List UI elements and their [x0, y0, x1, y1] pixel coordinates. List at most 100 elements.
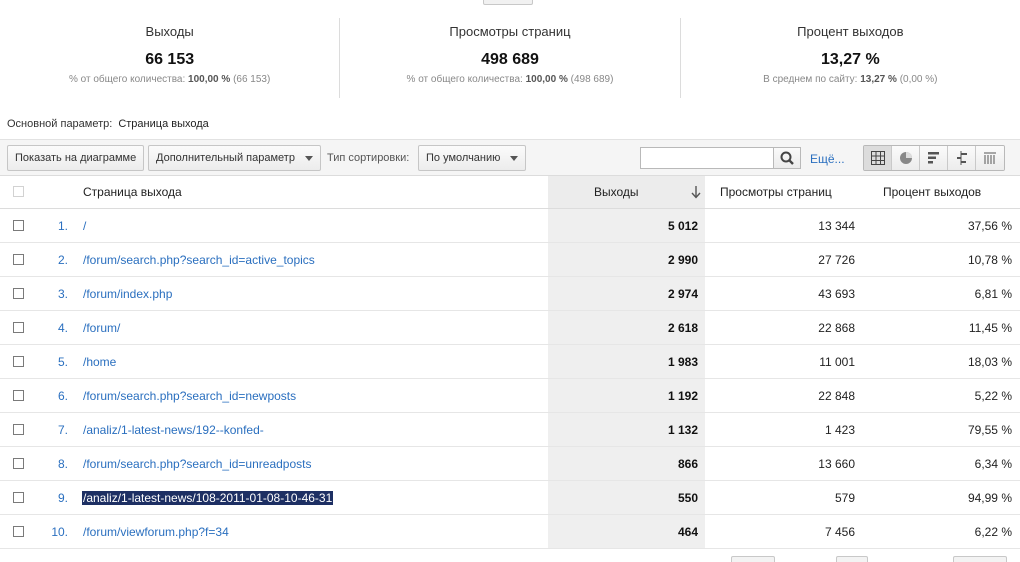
- top-collapse-handle[interactable]: [483, 0, 533, 5]
- table-row: 9. /analiz/1-latest-news/108-2011-01-08-…: [0, 481, 1020, 515]
- row-checkbox[interactable]: [13, 220, 24, 231]
- secondary-dimension-dropdown[interactable]: Дополнительный параметр: [148, 145, 321, 171]
- exit-page-link[interactable]: /: [83, 219, 86, 233]
- row-number: 1.: [57, 219, 68, 233]
- metric-exit-rate: Процент выходов 13,27 % В среднем по сай…: [681, 18, 1020, 98]
- header-pageviews[interactable]: Просмотры страниц: [720, 185, 832, 199]
- metric-sub-suffix: (0,00 %): [899, 74, 938, 85]
- metric-subtext: % от общего количества: 100,00 % (498 68…: [340, 74, 679, 85]
- exit-page-link[interactable]: /forum/search.php?search_id=unreadposts: [83, 457, 311, 471]
- comparison-icon: [956, 151, 967, 165]
- sort-type-dropdown[interactable]: По умолчанию: [418, 145, 527, 171]
- row-number: 6.: [57, 389, 68, 403]
- exits-value: 2 618: [667, 321, 698, 335]
- exit-rate-value: 6,22 %: [974, 525, 1012, 539]
- data-table: Страница выхода Выходы Просмотры страниц…: [0, 176, 1020, 549]
- exit-page-link[interactable]: /analiz/1-latest-news/192--konfed-: [83, 423, 264, 437]
- bar-list-icon: [927, 152, 939, 164]
- row-checkbox[interactable]: [13, 526, 24, 537]
- metric-sub-prefix: % от общего количества:: [69, 74, 186, 85]
- row-number: 3.: [57, 287, 68, 301]
- view-pie-button[interactable]: [892, 146, 920, 170]
- metric-value: 66 153: [145, 51, 195, 68]
- exit-page-link[interactable]: /forum/: [83, 321, 120, 335]
- exit-rate-value: 37,56 %: [967, 219, 1012, 233]
- pageviews-value: 7 456: [824, 525, 855, 539]
- row-number: 8.: [57, 457, 68, 471]
- rows-per-page-dropdown[interactable]: [731, 556, 775, 562]
- row-checkbox[interactable]: [13, 390, 24, 401]
- metric-label: Просмотры страниц: [449, 24, 571, 39]
- metric-sub-prefix: В среднем по сайту:: [763, 74, 858, 85]
- header-exit-page[interactable]: Страница выхода: [83, 185, 182, 199]
- sort-descending-icon[interactable]: [690, 185, 702, 202]
- pageviews-value: 13 344: [818, 219, 855, 233]
- header-exit-rate[interactable]: Процент выходов: [883, 185, 981, 199]
- pagination-buttons[interactable]: [953, 556, 1007, 562]
- exit-page-link[interactable]: /forum/search.php?search_id=active_topic…: [83, 253, 315, 267]
- row-checkbox[interactable]: [13, 356, 24, 367]
- plot-rows-button[interactable]: Показать на диаграмме: [7, 145, 145, 171]
- row-number: 9.: [57, 491, 68, 505]
- search-button[interactable]: [773, 147, 801, 169]
- exit-rate-value: 5,22 %: [974, 389, 1012, 403]
- pageviews-value: 43 693: [818, 287, 855, 301]
- table-row: 10. /forum/viewforum.php?f=34 464 7 456 …: [0, 515, 1020, 549]
- exits-value: 1 192: [667, 389, 698, 403]
- row-number: 5.: [57, 355, 68, 369]
- table-row: 8. /forum/search.php?search_id=unreadpos…: [0, 447, 1020, 481]
- metric-sub-prefix: % от общего количества:: [406, 74, 523, 85]
- primary-dimension-value[interactable]: Страница выхода: [118, 118, 208, 130]
- metric-subtext: % от общего количества: 100,00 % (66 153…: [0, 74, 339, 85]
- pivot-icon: [984, 152, 996, 164]
- exit-rate-value: 10,78 %: [967, 253, 1012, 267]
- metric-sub-bold: 100,00 %: [188, 74, 231, 85]
- view-switcher: [863, 145, 1005, 171]
- advanced-search-link[interactable]: Ещё...: [810, 152, 845, 166]
- view-comparison-button[interactable]: [948, 146, 976, 170]
- metric-value: 498 689: [481, 51, 539, 68]
- row-checkbox[interactable]: [13, 424, 24, 435]
- exit-rate-value: 94,99 %: [967, 491, 1012, 505]
- table-row: 6. /forum/search.php?search_id=newposts …: [0, 379, 1020, 413]
- exits-value: 550: [677, 491, 698, 505]
- view-performance-button[interactable]: [920, 146, 948, 170]
- metric-exits: Выходы 66 153 % от общего количества: 10…: [0, 18, 341, 98]
- table-row: 2. /forum/search.php?search_id=active_to…: [0, 243, 1020, 277]
- sort-type-label: Тип сортировки:: [327, 152, 410, 164]
- exit-rate-value: 79,55 %: [967, 423, 1012, 437]
- pageviews-value: 13 660: [818, 457, 855, 471]
- select-all-checkbox[interactable]: [13, 186, 24, 197]
- grid-icon: [870, 151, 885, 165]
- table-search-input[interactable]: [640, 147, 774, 169]
- chevron-down-icon: [304, 155, 313, 161]
- view-table-button[interactable]: [864, 146, 892, 170]
- pageviews-value: 579: [834, 491, 855, 505]
- row-checkbox[interactable]: [13, 458, 24, 469]
- exit-page-link[interactable]: /forum/viewforum.php?f=34: [83, 525, 229, 539]
- row-checkbox[interactable]: [13, 492, 24, 503]
- table-header-row: Страница выхода Выходы Просмотры страниц…: [0, 176, 1020, 209]
- view-pivot-button[interactable]: [976, 146, 1004, 170]
- chevron-down-icon: [510, 155, 519, 161]
- exit-page-link-selected[interactable]: /analiz/1-latest-news/108-2011-01-08-10-…: [82, 491, 334, 505]
- pageviews-value: 11 001: [819, 355, 855, 369]
- metric-label: Выходы: [145, 24, 194, 39]
- metric-sub-bold: 100,00 %: [525, 74, 568, 85]
- metric-pageviews: Просмотры страниц 498 689 % от общего ко…: [340, 18, 681, 98]
- row-checkbox[interactable]: [13, 322, 24, 333]
- exits-value: 464: [677, 525, 698, 539]
- row-checkbox[interactable]: [13, 288, 24, 299]
- row-checkbox[interactable]: [13, 254, 24, 265]
- go-to-page-input[interactable]: [836, 556, 868, 562]
- exits-value: 2 990: [667, 253, 698, 267]
- sort-type-value: По умолчанию: [426, 152, 501, 164]
- table-row: 4. /forum/ 2 618 22 868 11,45 %: [0, 311, 1020, 345]
- header-exits[interactable]: Выходы: [594, 185, 639, 199]
- exit-page-link[interactable]: /forum/search.php?search_id=newposts: [83, 389, 296, 403]
- exit-page-link[interactable]: /forum/index.php: [83, 287, 172, 301]
- pie-chart-icon: [899, 152, 912, 164]
- pageviews-value: 27 726: [818, 253, 855, 267]
- table-row: 1. / 5 012 13 344 37,56 %: [0, 209, 1020, 243]
- exit-page-link[interactable]: /home: [83, 355, 116, 369]
